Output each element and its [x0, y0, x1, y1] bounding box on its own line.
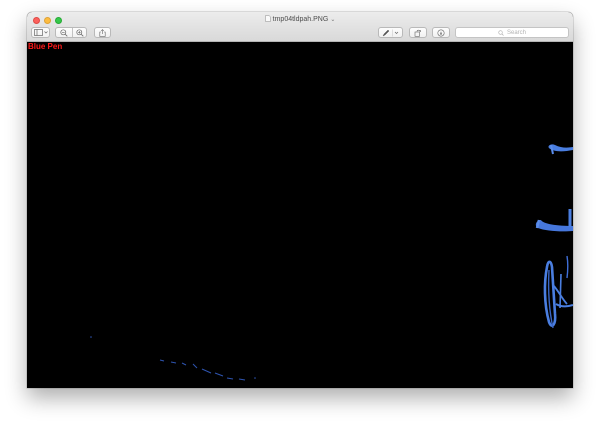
- share-button[interactable]: [94, 27, 111, 38]
- pen-stroke: [535, 220, 573, 232]
- pen-stroke: [559, 273, 562, 309]
- pen-stroke: [254, 377, 256, 379]
- window-title[interactable]: tmp04tldpah.PNG ⌄: [27, 15, 573, 25]
- pen-stroke: [214, 372, 224, 377]
- sidebar-icon: [33, 29, 48, 36]
- pen-stroke: [238, 378, 246, 381]
- pen-stroke: [201, 368, 212, 374]
- pen-stroke: [543, 260, 557, 327]
- pen-stroke: [555, 303, 573, 308]
- sidebar-view-button[interactable]: [31, 27, 50, 38]
- pen-stroke: [192, 363, 198, 369]
- zoom-in-icon: [76, 28, 84, 37]
- search-field[interactable]: Search: [455, 27, 569, 38]
- search-placeholder: Search: [506, 29, 526, 36]
- preview-window: tmp04tldpah.PNG ⌄ Search Blue Pen: [27, 12, 573, 388]
- annotate-button[interactable]: [432, 27, 450, 38]
- annotate-icon: [437, 28, 445, 37]
- share-icon: [99, 28, 106, 37]
- rotate-button[interactable]: [409, 27, 427, 38]
- pen-strokes-drawing: [90, 144, 573, 381]
- zoom-segmented-control: [55, 27, 87, 38]
- pen-stroke: [566, 255, 569, 279]
- document-icon: [264, 15, 271, 22]
- rotate-icon: [414, 29, 421, 37]
- markup-toolbar-button[interactable]: [378, 27, 403, 38]
- zoom-out-button[interactable]: [56, 28, 72, 37]
- title-chevron-icon[interactable]: ⌄: [330, 17, 335, 23]
- zoom-in-button[interactable]: [72, 28, 88, 37]
- pen-stroke: [226, 377, 234, 380]
- titlebar: tmp04tldpah.PNG ⌄ Search: [27, 12, 573, 42]
- zoom-out-icon: [60, 28, 68, 37]
- pen-stroke: [90, 336, 92, 338]
- pen-icon: [382, 29, 398, 36]
- pen-stroke: [159, 359, 165, 362]
- search-icon: [498, 29, 504, 36]
- pen-stroke: [170, 361, 177, 364]
- pen-stroke: [181, 362, 187, 366]
- window-title-text: tmp04tldpah.PNG: [272, 16, 329, 23]
- image-canvas[interactable]: Blue Pen: [27, 42, 573, 388]
